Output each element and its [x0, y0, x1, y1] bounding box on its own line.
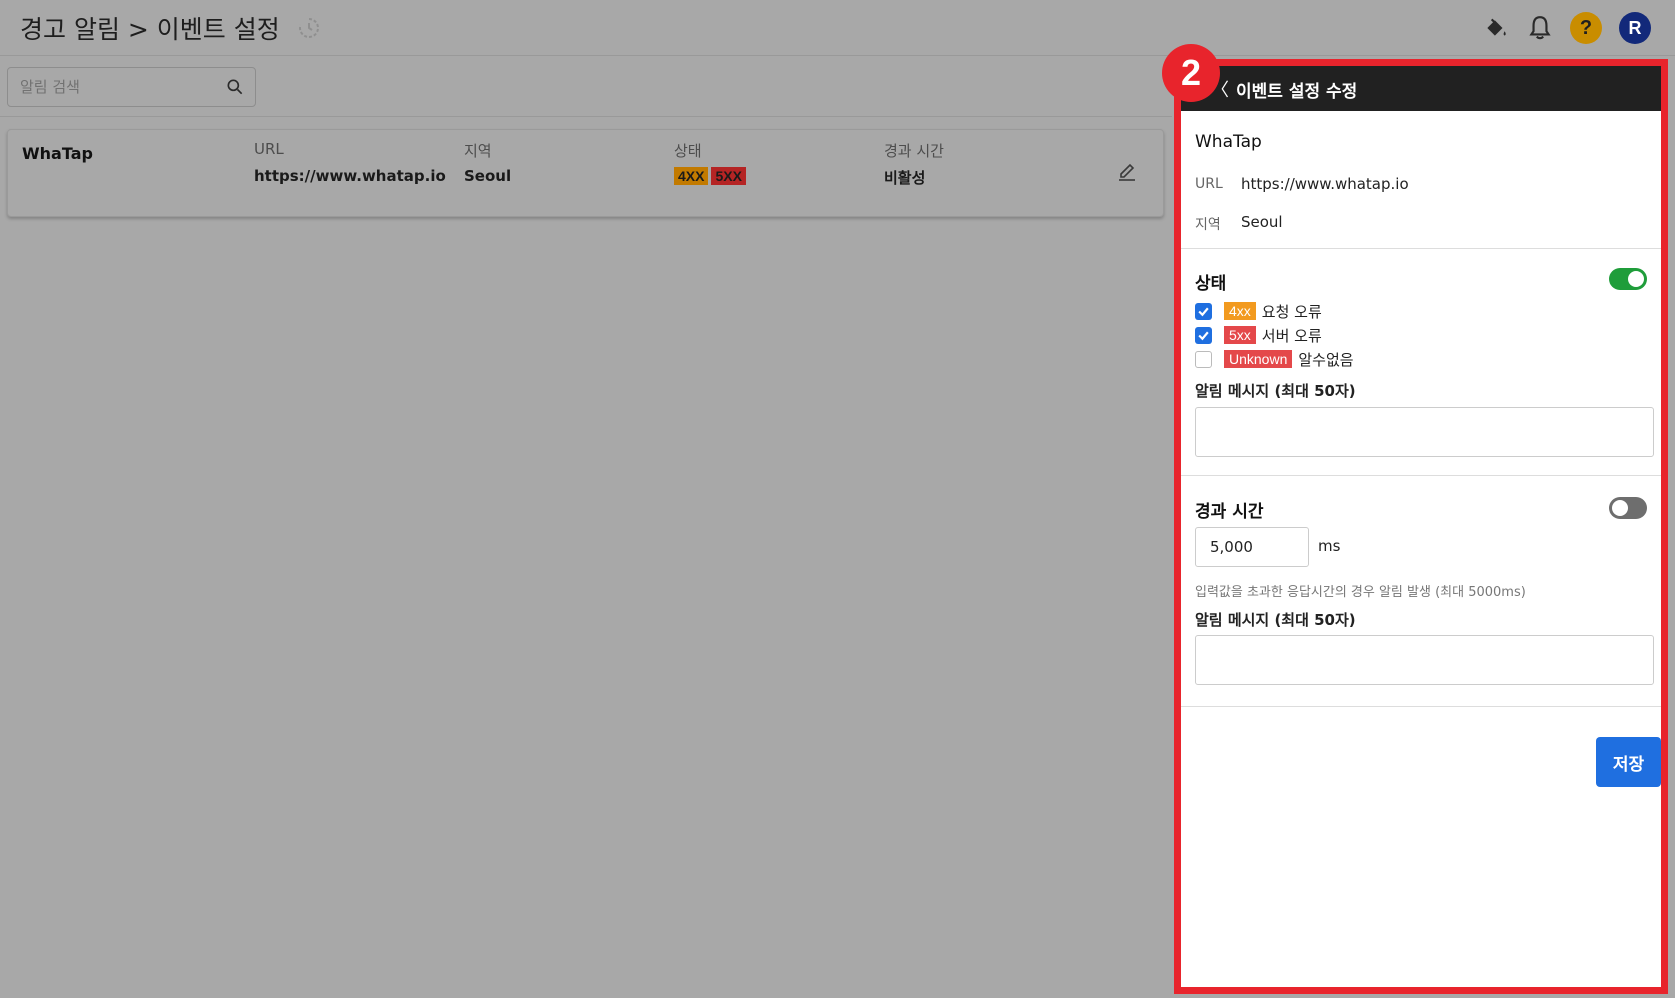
panel-title: 이벤트 설정 수정 [1236, 82, 1358, 102]
elapsed-message-label: 알림 메시지 (최대 50자) [1195, 611, 1356, 629]
status-toggle[interactable] [1609, 268, 1647, 290]
row-status-label: 상태 [674, 142, 702, 160]
row-status-col: 상태 4XX 5XX [674, 140, 749, 185]
badge-unknown: Unknown [1224, 350, 1293, 368]
badge-5xx: 5xx [1224, 326, 1256, 344]
row-region-label: 지역 [464, 142, 492, 160]
row-status-badges: 4XX 5XX [674, 167, 749, 185]
row-url-col: URL https://www.whatap.io [254, 140, 446, 185]
status-badge-5xx: 5XX [711, 167, 746, 185]
panel-header: 〈 이벤트 설정 수정 [1181, 66, 1661, 111]
panel-region-value: Seoul [1241, 213, 1283, 231]
row-region-value: Seoul [464, 167, 512, 185]
step-number-badge: 2 [1162, 44, 1220, 102]
status-option-5xx[interactable]: 5xx 서버 오류 [1195, 324, 1322, 346]
page-title: 경고 알림 > 이벤트 설정 [20, 15, 280, 44]
panel-target-name: WhaTap [1195, 132, 1262, 152]
status-message-input[interactable] [1195, 407, 1654, 457]
panel-url-value: https://www.whatap.io [1241, 175, 1409, 193]
panel-divider [1181, 706, 1661, 707]
save-button[interactable]: 저장 [1596, 737, 1661, 787]
elapsed-threshold-input[interactable] [1195, 527, 1309, 567]
panel-url-label: URL [1195, 176, 1223, 192]
row-url-label: URL [254, 140, 284, 158]
status-message-label: 알림 메시지 (최대 50자) [1195, 382, 1356, 400]
event-setting-row[interactable]: WhaTap URL https://www.whatap.io 지역 Seou… [7, 129, 1164, 217]
row-elapsed-label: 경과 시간 [884, 142, 944, 160]
bell-icon[interactable] [1524, 12, 1556, 44]
check-icon [1198, 331, 1209, 340]
row-elapsed-col: 경과 시간 비활성 [884, 140, 944, 188]
event-edit-panel: 〈 이벤트 설정 수정 WhaTap URL https://www.whata… [1174, 59, 1668, 994]
status-option-unknown[interactable]: Unknown 알수없음 [1195, 348, 1354, 370]
search-icon[interactable] [225, 77, 245, 97]
content-divider [0, 116, 1172, 117]
elapsed-section-title: 경과 시간 [1195, 502, 1264, 522]
alert-search-input[interactable] [20, 68, 220, 106]
panel-region-label: 지역 [1195, 217, 1221, 233]
option-label-4xx: 요청 오류 [1261, 302, 1322, 321]
panel-divider [1181, 248, 1661, 249]
toggle-knob [1628, 271, 1644, 287]
elapsed-toggle[interactable] [1609, 497, 1647, 519]
option-label-unknown: 알수없음 [1298, 350, 1354, 369]
row-name: WhaTap [22, 144, 93, 163]
user-avatar[interactable]: R [1619, 12, 1651, 44]
elapsed-message-input[interactable] [1195, 635, 1654, 685]
status-badge-4xx: 4XX [674, 167, 709, 185]
edit-icon[interactable] [1115, 158, 1139, 182]
status-option-4xx[interactable]: 4xx 요청 오류 [1195, 300, 1322, 322]
app-header: 경고 알림 > 이벤트 설정 ? R [0, 0, 1675, 56]
status-section-title: 상태 [1195, 274, 1227, 294]
elapsed-unit: ms [1318, 537, 1341, 555]
paint-bucket-icon[interactable] [1480, 12, 1512, 44]
help-icon[interactable]: ? [1570, 12, 1602, 44]
panel-divider [1181, 475, 1661, 476]
history-icon[interactable] [297, 16, 321, 40]
toggle-knob [1612, 500, 1628, 516]
checkbox-4xx[interactable] [1195, 302, 1212, 320]
checkbox-5xx[interactable] [1195, 326, 1212, 344]
elapsed-help-text: 입력값을 초과한 응답시간의 경우 알림 발생 (최대 5000ms) [1195, 585, 1526, 600]
row-url-value: https://www.whatap.io [254, 167, 446, 185]
badge-4xx: 4xx [1224, 302, 1256, 320]
alert-search-box[interactable] [7, 67, 256, 107]
check-icon [1198, 307, 1209, 316]
checkbox-unknown[interactable] [1195, 350, 1212, 368]
option-label-5xx: 서버 오류 [1261, 326, 1322, 345]
row-elapsed-value: 비활성 [884, 169, 926, 187]
row-region-col: 지역 Seoul [464, 140, 511, 185]
